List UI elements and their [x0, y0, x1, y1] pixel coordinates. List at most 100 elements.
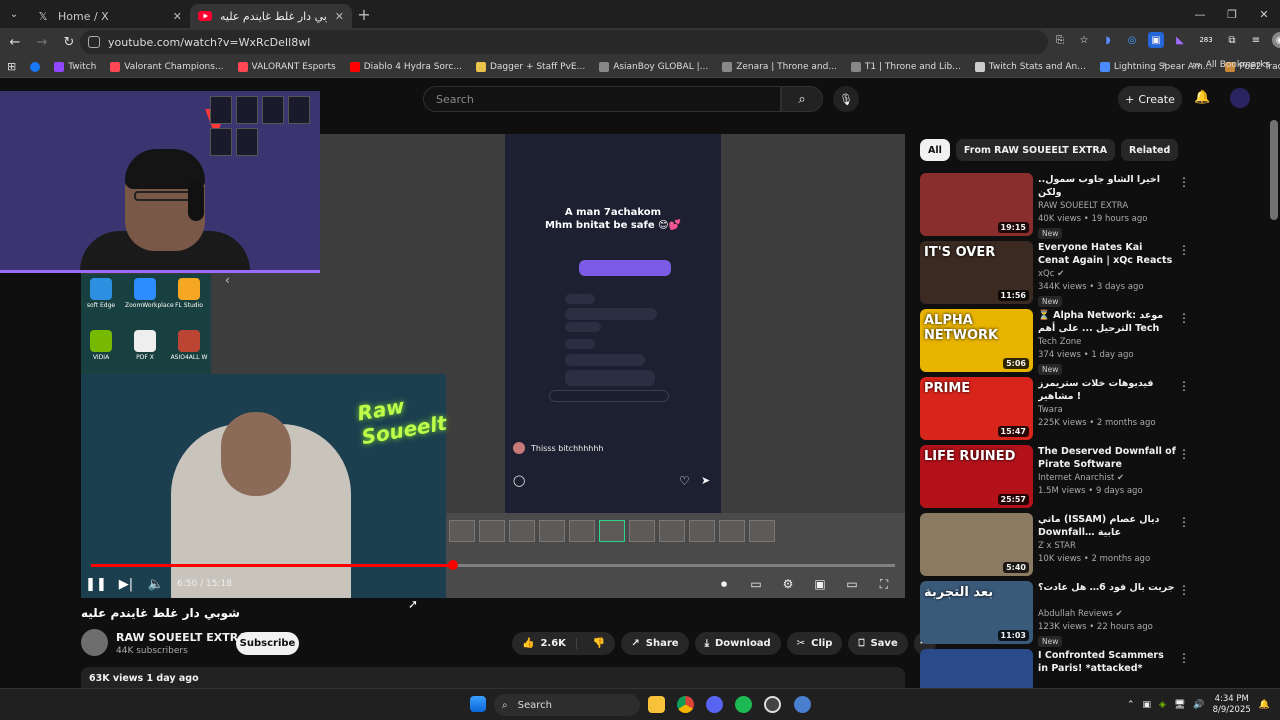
- url-bar[interactable]: youtube.com/watch?v=WxRcDeIl8wI: [80, 30, 1048, 54]
- install-app-icon[interactable]: ⎘: [1052, 32, 1068, 48]
- recommendation-item[interactable]: PRIME 15:47 فيديوهات خلات ستريمرز مشاهير !…: [920, 377, 1260, 441]
- chevron-left-icon[interactable]: ‹: [225, 273, 230, 287]
- close-tab-icon[interactable]: ✕: [335, 10, 344, 23]
- facebook-bookmark[interactable]: [23, 61, 47, 72]
- theater-mode-icon[interactable]: ▭: [839, 577, 865, 591]
- recommendation-title[interactable]: Everyone Hates Kai Cenat Again | xQc Rea…: [1038, 241, 1176, 267]
- more-options-icon[interactable]: ⋮: [1178, 447, 1190, 461]
- recommendation-item[interactable]: LIFE RUINED 25:57 The Deserved Downfall of…: [920, 445, 1260, 509]
- autoplay-toggle-icon[interactable]: ⏺: [711, 577, 737, 592]
- recommendation-item[interactable]: بعد التجربة 11:03 جربت بال فود 6… هل عادت؟…: [920, 581, 1260, 647]
- scrubber-handle[interactable]: [447, 560, 458, 570]
- extension-icon[interactable]: ▣: [1148, 32, 1164, 48]
- extension-icon[interactable]: ◗: [1100, 32, 1116, 48]
- next-icon[interactable]: ▶|: [111, 577, 141, 592]
- bookmark-item[interactable]: Twitch: [47, 61, 103, 72]
- maximize-button[interactable]: ❐: [1216, 0, 1248, 28]
- chevron-right-icon[interactable]: »: [1162, 60, 1168, 70]
- bookmark-item[interactable]: T1 | Throne and Lib...: [844, 61, 968, 72]
- search-input[interactable]: Search: [423, 86, 781, 112]
- channel-avatar[interactable]: [81, 629, 108, 656]
- tab-search-icon[interactable]: ⌄: [0, 0, 28, 28]
- extension-icon[interactable]: ◎: [1124, 32, 1140, 48]
- extension-icon[interactable]: ◣: [1172, 32, 1188, 48]
- bookmark-item[interactable]: Dagger + Staff PvE...: [469, 61, 592, 72]
- subscribe-button[interactable]: Subscribe: [236, 632, 299, 655]
- back-icon[interactable]: ←: [3, 30, 27, 54]
- notifications-icon[interactable]: 🔔: [1259, 700, 1270, 710]
- recommendation-title[interactable]: The Deserved Downfall of Pirate Software: [1038, 445, 1176, 471]
- tab-home-x[interactable]: 𝕏 Home / X ✕: [28, 4, 190, 28]
- more-options-icon[interactable]: ⋮: [1178, 651, 1190, 665]
- video-thumbnail[interactable]: IT'S OVER 11:56: [920, 241, 1033, 304]
- chrome-icon[interactable]: [677, 696, 694, 713]
- obs-icon[interactable]: [764, 696, 781, 713]
- video-thumbnail[interactable]: LIFE RUINED 25:57: [920, 445, 1033, 508]
- recommendation-title[interactable]: جربت بال فود 6… هل عادت؟: [1038, 581, 1176, 594]
- media-icon[interactable]: ≡: [1248, 32, 1264, 48]
- scrollbar[interactable]: [1270, 120, 1278, 220]
- network-icon[interactable]: 🖥: [1174, 700, 1185, 710]
- clip-button[interactable]: ✂ Clip: [786, 632, 843, 655]
- save-button[interactable]: ⎕ Save: [848, 632, 908, 655]
- voice-search-button[interactable]: 🎙: [833, 86, 859, 112]
- bookmark-item[interactable]: Diablo 4 Hydra Sorc...: [343, 61, 469, 72]
- recommendation-item[interactable]: ALPHA NETWORK 5:06 ⏳ Alpha Network: موعد ا…: [920, 309, 1260, 375]
- more-options-icon[interactable]: ⋮: [1178, 175, 1190, 189]
- close-window-button[interactable]: ✕: [1248, 0, 1280, 28]
- chevron-right-icon[interactable]: ›: [1166, 142, 1171, 156]
- chip-from-channel[interactable]: From RAW SOUEELT EXTRA: [955, 139, 1116, 161]
- more-options-icon[interactable]: ⋮: [1178, 311, 1190, 325]
- recommendation-channel[interactable]: RAW SOUEELT EXTRA: [1038, 201, 1128, 211]
- clock[interactable]: 4:34 PM 8/9/2025: [1213, 694, 1251, 716]
- account-avatar[interactable]: [1230, 88, 1250, 108]
- app-tray-icon[interactable]: ▣: [1143, 700, 1152, 710]
- recommendation-title[interactable]: ماتي (ISSAM) ديال عصام Downfall… عابية: [1038, 513, 1176, 539]
- more-options-icon[interactable]: ⋮: [1178, 243, 1190, 257]
- recommendation-channel[interactable]: Z x STAR: [1038, 541, 1076, 551]
- site-info-icon[interactable]: [88, 36, 100, 48]
- recommendation-item[interactable]: IT'S OVER 11:56 Everyone Hates Kai Cenat A…: [920, 241, 1260, 307]
- recommendation-channel[interactable]: Twara: [1038, 405, 1063, 415]
- recommendation-item[interactable]: 5:40 ماتي (ISSAM) ديال عصام Downfall… عاب…: [920, 513, 1260, 577]
- recommendation-channel[interactable]: Internet Anarchist ✔: [1038, 473, 1124, 483]
- discord-icon[interactable]: [706, 696, 723, 713]
- bookmark-item[interactable]: Zenara | Throne and...: [715, 61, 844, 72]
- app-icon[interactable]: [794, 696, 811, 713]
- new-tab-button[interactable]: +: [352, 5, 376, 24]
- apps-icon[interactable]: ⊞: [0, 60, 23, 73]
- reload-icon[interactable]: ↻: [57, 30, 81, 54]
- close-tab-icon[interactable]: ✕: [173, 10, 182, 23]
- recommendation-channel[interactable]: xQc ✔: [1038, 269, 1064, 279]
- video-thumbnail[interactable]: PRIME 15:47: [920, 377, 1033, 440]
- video-thumbnail[interactable]: بعد التجربة 11:03: [920, 581, 1033, 644]
- fullscreen-icon[interactable]: ⛶: [871, 577, 897, 592]
- dislike-button[interactable]: 👎: [583, 638, 615, 649]
- bookmark-star-icon[interactable]: ☆: [1076, 32, 1092, 48]
- pause-icon[interactable]: ❚❚: [81, 577, 111, 592]
- video-thumbnail[interactable]: 5:40: [920, 513, 1033, 576]
- spotify-icon[interactable]: [735, 696, 752, 713]
- bookmark-item[interactable]: Valorant Champions...: [103, 61, 230, 72]
- recommendation-item[interactable]: 19:15 اخيرا الشاو جاوب سمول.. ولكن RAW SOU…: [920, 173, 1260, 239]
- video-thumbnail[interactable]: 19:15: [920, 173, 1033, 236]
- puzzle-icon[interactable]: ⧉: [1224, 32, 1240, 48]
- create-button[interactable]: + Create: [1118, 86, 1182, 112]
- volume-icon[interactable]: 🔈: [141, 577, 171, 592]
- extension-badge[interactable]: 283: [1196, 32, 1216, 48]
- bookmark-item[interactable]: VALORANT Esports: [231, 61, 343, 72]
- profile-icon[interactable]: ◉: [1272, 32, 1280, 48]
- recommendation-title[interactable]: I Confronted Scammers in Paris! *attacke…: [1038, 649, 1176, 675]
- tab-youtube-video[interactable]: شوبي دار غلط غايندم عليه - ✕: [190, 4, 352, 28]
- video-thumbnail[interactable]: ALPHA NETWORK 5:06: [920, 309, 1033, 372]
- settings-gear-icon[interactable]: ⚙: [775, 577, 801, 591]
- all-bookmarks[interactable]: » ▭ All Bookmarks: [1162, 60, 1270, 70]
- bookmark-item[interactable]: Twitch Stats and An...: [968, 61, 1093, 72]
- forward-icon[interactable]: →: [30, 30, 54, 54]
- windows-start-icon[interactable]: [470, 696, 486, 712]
- miniplayer-icon[interactable]: ▣: [807, 577, 833, 591]
- chevron-up-icon[interactable]: ⌃: [1127, 700, 1135, 710]
- chip-all[interactable]: All: [920, 139, 950, 161]
- captions-icon[interactable]: ▭: [743, 577, 769, 591]
- notifications-bell-icon[interactable]: 🔔: [1194, 90, 1210, 105]
